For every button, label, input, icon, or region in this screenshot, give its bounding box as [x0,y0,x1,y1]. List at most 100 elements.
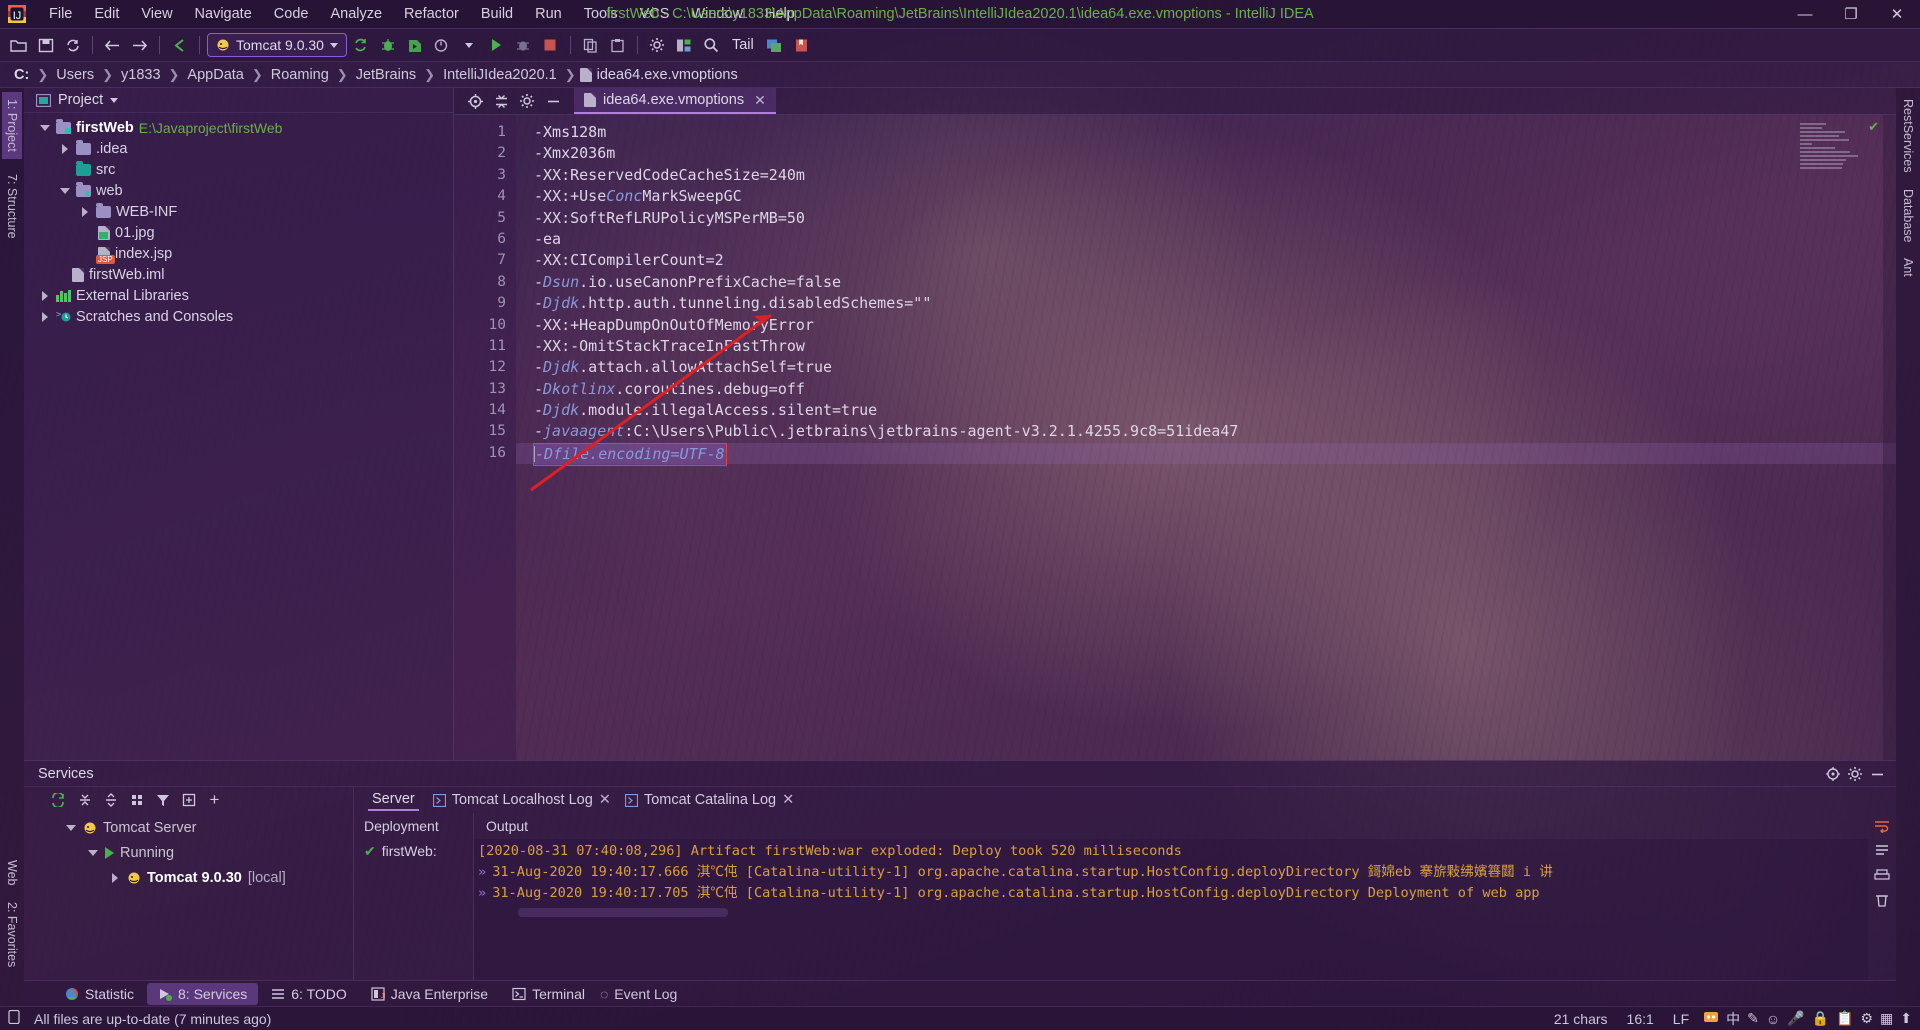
expand-toggle-icon[interactable] [78,206,91,217]
services-node-tomcat-server[interactable]: Tomcat Server [24,815,353,840]
code-line[interactable]: -Djdk.attach.allowAttachSelf=true [516,357,1896,378]
settings-gear-icon[interactable] [645,33,670,58]
menu-item-run[interactable]: Run [524,3,573,25]
search-everywhere-icon[interactable] [699,33,724,58]
tree-node-firstwebiml[interactable]: firstWeb.iml [24,264,453,285]
tree-node-01jpg[interactable]: 01.jpg [24,222,453,243]
menu-item-code[interactable]: Code [263,3,320,25]
code-line[interactable]: -Dkotlinx.coroutines.debug=off [516,379,1896,400]
collapse-all-icon[interactable] [100,790,121,811]
expand-toggle-icon[interactable] [86,849,99,856]
close-button[interactable]: ✕ [1874,0,1920,29]
tray-upload-icon[interactable]: ⬆ [1900,1010,1912,1027]
tree-node-web-inf[interactable]: WEB-INF [24,201,453,222]
run-configuration-selector[interactable]: Tomcat 9.0.30 [207,33,347,57]
tab-todo[interactable]: 6: TODO [260,983,358,1005]
sidebar-item-database[interactable]: Database [1898,182,1918,250]
code-line[interactable]: -XX:CICompilerCount=2 [516,250,1896,271]
tab-statistic[interactable]: Statistic [54,983,145,1005]
console-horizontal-scrollbar[interactable] [518,908,728,917]
code-line[interactable]: -XX:+UseConcMarkSweepGC [516,186,1896,207]
menu-item-refactor[interactable]: Refactor [393,3,470,25]
translate-icon[interactable] [762,33,787,58]
services-tabs-bar[interactable]: Server Tomcat Localhost Log ✕ Tomcat Cat… [354,787,1896,813]
sidebar-item-project[interactable]: 1: Project [2,92,22,159]
run-with-coverage-icon[interactable] [403,33,428,58]
console-output[interactable]: [2020-08-31 07:40:08,296] Artifact first… [474,839,1868,980]
tray-microphone-icon[interactable]: 🎤 [1787,1010,1804,1027]
back-to-source-icon[interactable] [167,33,192,58]
minimize-button[interactable]: — [1782,0,1828,29]
breadcrumb-item-4[interactable]: Roaming [267,66,333,84]
rerun-icon[interactable] [48,790,69,811]
expand-toggle-icon[interactable] [64,824,77,831]
breadcrumb[interactable]: C: ❯ Users ❯ y1833 ❯ AppData ❯ Roaming ❯… [0,62,1920,88]
save-all-icon[interactable] [33,33,58,58]
event-log-label[interactable]: Event Log [614,986,677,1002]
expand-toggle-icon[interactable] [38,124,51,131]
status-line-separator[interactable]: LF [1668,1011,1694,1027]
chevron-down-icon[interactable] [329,42,338,48]
expand-toggle-icon[interactable] [108,872,121,883]
bottom-tool-window-bar[interactable]: Statistic 8: Services 6: TODO JI Java En… [24,980,1896,1006]
menu-item-vcs[interactable]: VCS [629,3,681,25]
filter-icon[interactable] [152,790,173,811]
code-line[interactable]: -Dsun.io.useCanonPrefixCache=false [516,272,1896,293]
menu-item-edit[interactable]: Edit [83,3,130,25]
close-icon[interactable]: ✕ [754,92,766,109]
code-line[interactable]: -XX:-OmitStackTraceInFastThrow [516,336,1896,357]
tree-node-idea[interactable]: .idea [24,138,453,159]
sidebar-item-structure[interactable]: 7: Structure [2,167,22,246]
code-line[interactable]: -XX:ReservedCodeCacheSize=240m [516,165,1896,186]
project-structure-icon[interactable] [672,33,697,58]
menu-item-help[interactable]: Help [754,3,806,25]
run-icon[interactable] [484,33,509,58]
window-controls[interactable]: — ❐ ✕ [1782,0,1920,29]
sidebar-item-favorites[interactable]: 2: Favorites [2,895,22,974]
services-tree[interactable]: Tomcat Server Running Tomcat 9.0.30 [loc… [24,813,353,980]
code-line[interactable]: -XX:SoftRefLRUPolicyMSPerMB=50 [516,208,1896,229]
maximize-button[interactable]: ❐ [1828,0,1874,29]
sidebar-item-web[interactable]: Web [2,853,22,892]
print-icon[interactable] [1874,869,1890,887]
expand-toggle-icon[interactable] [38,290,51,301]
editor-scrollbar[interactable] [1883,115,1896,760]
console-side-toolbar[interactable] [1868,813,1896,980]
build-icon[interactable] [349,33,374,58]
menu-item-tools[interactable]: Tools [573,3,629,25]
project-tree[interactable]: firstWeb E:\Javaproject\firstWeb .idea s… [24,113,453,760]
close-icon[interactable]: ✕ [782,792,794,808]
system-tray[interactable]: 中 ✎ ☺ 🎤 🔒 📋 ⚙ ▦ ⬆ [1703,1009,1912,1029]
debug-run-icon[interactable] [511,33,536,58]
status-caret-position[interactable]: 16:1 [1622,1011,1659,1027]
tree-node-src[interactable]: src [24,159,453,180]
breadcrumb-item-5[interactable]: JetBrains [352,66,420,84]
soft-wrap-icon[interactable] [1874,819,1890,837]
tray-app-icon[interactable] [1703,1010,1719,1027]
code-line[interactable]: -javaagent:C:\Users\Public\.jetbrains\je… [516,421,1896,442]
menu-item-navigate[interactable]: Navigate [184,3,263,25]
tray-ime-icon[interactable]: 中 [1726,1009,1740,1029]
left-tool-rail[interactable]: 1: Project 7: Structure Web 2: Favorites [0,88,24,1006]
scroll-to-end-icon[interactable] [1874,844,1890,862]
tail-button[interactable]: Tail [726,33,760,58]
tree-node-web[interactable]: web [24,180,453,201]
breadcrumb-item-0[interactable]: C: [10,66,33,84]
code-text-area[interactable]: -Xms128m -Xmx2036m -XX:ReservedCodeCache… [516,115,1896,760]
tab-java-enterprise[interactable]: JI Java Enterprise [360,983,499,1005]
code-line[interactable]: -ea [516,229,1896,250]
editor-tab-toolbar[interactable] [454,88,574,114]
editor-tabs-bar[interactable]: idea64.exe.vmoptions ✕ [454,88,1896,115]
group-icon[interactable] [126,790,147,811]
expand-all-icon[interactable] [74,790,95,811]
tray-clipboard-icon[interactable]: 📋 [1836,1010,1853,1027]
editor-tab-vmoptions[interactable]: idea64.exe.vmoptions ✕ [574,88,776,114]
code-line[interactable]: -Djdk.module.illegalAccess.silent=true [516,400,1896,421]
services-hide-icon[interactable] [1866,763,1888,785]
add-icon[interactable]: + [204,790,225,811]
tab-server[interactable]: Server [368,789,419,811]
menu-item-view[interactable]: View [130,3,183,25]
tab-services[interactable]: 8: Services [147,982,259,1005]
editor-body[interactable]: 1 2 3 4 5 6 7 8 9 10 11 12 13 14 15 16 -… [454,115,1896,760]
services-gear-icon[interactable] [1844,763,1866,785]
